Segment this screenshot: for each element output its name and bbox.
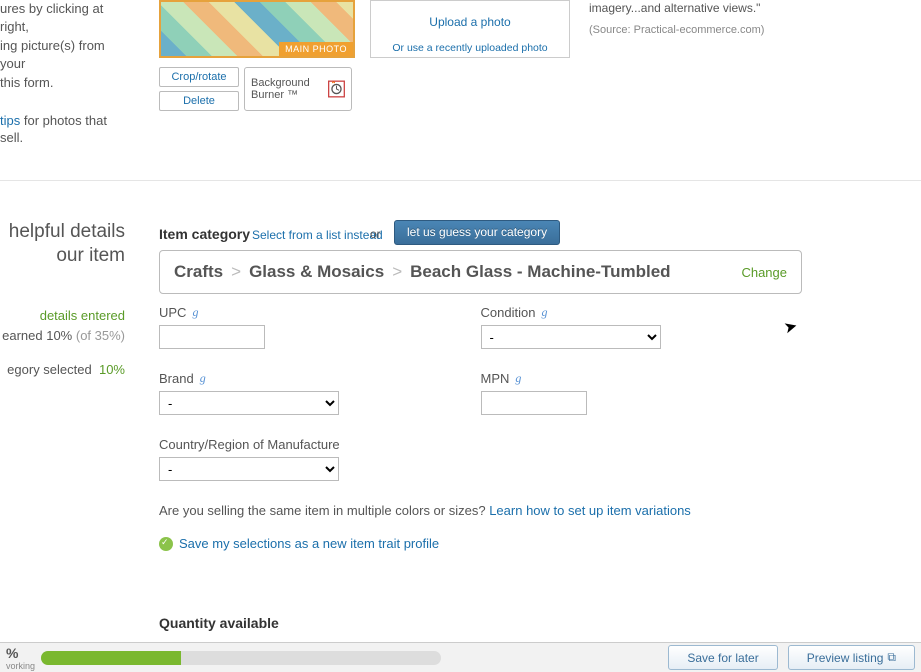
info-icon[interactable]: g — [515, 371, 521, 386]
help-line: ures by clicking at right, — [0, 0, 130, 35]
background-burner-label: Background Burner ™ — [251, 77, 322, 101]
completion-progress-fill — [41, 651, 181, 665]
brand-select[interactable]: - — [159, 391, 339, 415]
photo-buttons: Crop/rotate Delete Background Burner ™ — [159, 67, 352, 111]
guess-category-button[interactable]: let us guess your category — [394, 220, 560, 245]
or-text: or — [370, 227, 381, 241]
upload-photo-link[interactable]: Upload a photo — [370, 15, 570, 29]
details-entered-label: details entered — [40, 308, 125, 323]
photos-region: ures by clicking at right, ing picture(s… — [0, 0, 921, 180]
section-heading-line2: our item — [0, 244, 125, 268]
variations-question: Are you selling the same item in multipl… — [159, 503, 489, 518]
background-burner-button[interactable]: Background Burner ™ — [244, 67, 352, 111]
photo-help-text: ures by clicking at right, ing picture(s… — [0, 0, 130, 149]
category-breadcrumb-box: Crafts > Glass & Mosaics > Beach Glass -… — [159, 250, 802, 294]
earned-suffix: (of 35%) — [76, 328, 125, 343]
bottom-bar: % vorking Save for later Preview listing… — [0, 642, 921, 672]
item-traits-form: UPCg Conditiong - Brandg - MPNg Country/… — [159, 305, 802, 551]
external-link-icon: ⧉ — [887, 650, 896, 665]
category-selected-label: egory selected — [7, 362, 92, 377]
main-photo-badge: MAIN PHOTO — [279, 42, 353, 56]
mpn-input[interactable] — [481, 391, 587, 415]
help-line: this form. — [0, 74, 130, 92]
item-category-heading: Item category — [159, 226, 250, 242]
progress-summary: details entered earned 10% (of 35%) egor… — [0, 308, 125, 379]
upc-label: UPC — [159, 305, 186, 320]
use-recent-photo-link[interactable]: Or use a recently uploaded photo — [370, 42, 570, 54]
section-heading-line1: helpful details — [0, 220, 125, 244]
photo-tips-line: tips for photos that sell. — [0, 112, 130, 147]
checkmark-icon — [159, 537, 173, 551]
country-select[interactable]: - — [159, 457, 339, 481]
save-for-later-button[interactable]: Save for later — [668, 645, 777, 670]
pro-tip-source: (Source: Practical-ecommerce.com) — [589, 23, 889, 38]
crumb-separator-icon: > — [392, 262, 402, 282]
completion-percent: % vorking — [6, 645, 35, 671]
pro-tip-quote: imagery...and alternative views." (Sourc… — [589, 0, 889, 38]
earned-prefix: earned 10% — [2, 328, 76, 343]
change-category-link[interactable]: Change — [741, 265, 787, 280]
background-burner-icon — [328, 76, 345, 102]
country-label: Country/Region of Manufacture — [159, 437, 340, 452]
crumb-separator-icon: > — [231, 262, 241, 282]
category-breadcrumb: Crafts > Glass & Mosaics > Beach Glass -… — [174, 262, 671, 282]
section-sidebar: helpful details our item details entered… — [0, 220, 125, 378]
pro-tip-text: imagery...and alternative views." — [589, 0, 889, 17]
upc-input[interactable] — [159, 325, 265, 349]
info-icon[interactable]: g — [192, 305, 198, 320]
variations-prompt: Are you selling the same item in multipl… — [159, 503, 802, 518]
crumb-segment: Beach Glass - Machine-Tumbled — [410, 262, 670, 282]
help-line: ing picture(s) from your — [0, 37, 130, 72]
condition-select[interactable]: - — [481, 325, 661, 349]
completion-sub: vorking — [6, 661, 35, 671]
info-icon[interactable]: g — [200, 371, 206, 386]
brand-label: Brand — [159, 371, 194, 386]
preview-listing-button[interactable]: Preview listing ⧉ — [788, 645, 915, 670]
category-pct: 10% — [99, 362, 125, 377]
crumb-segment: Glass & Mosaics — [249, 262, 384, 282]
variations-link[interactable]: Learn how to set up item variations — [489, 503, 691, 518]
crop-rotate-button[interactable]: Crop/rotate — [159, 67, 239, 87]
crumb-segment: Crafts — [174, 262, 223, 282]
quantity-heading: Quantity available — [159, 615, 279, 631]
select-from-list-link[interactable]: Select from a list instead — [252, 228, 383, 242]
photo-tips-link[interactable]: tips — [0, 113, 20, 128]
condition-label: Condition — [481, 305, 536, 320]
section-divider — [0, 180, 921, 181]
delete-photo-button[interactable]: Delete — [159, 91, 239, 111]
save-trait-profile-label: Save my selections as a new item trait p… — [179, 536, 439, 551]
mpn-label: MPN — [481, 371, 510, 386]
main-photo-thumbnail[interactable]: MAIN PHOTO — [159, 0, 355, 58]
completion-progress-bar — [41, 651, 441, 665]
save-trait-profile-link[interactable]: Save my selections as a new item trait p… — [159, 536, 802, 551]
info-icon[interactable]: g — [541, 305, 547, 320]
preview-listing-label: Preview listing — [807, 651, 884, 665]
